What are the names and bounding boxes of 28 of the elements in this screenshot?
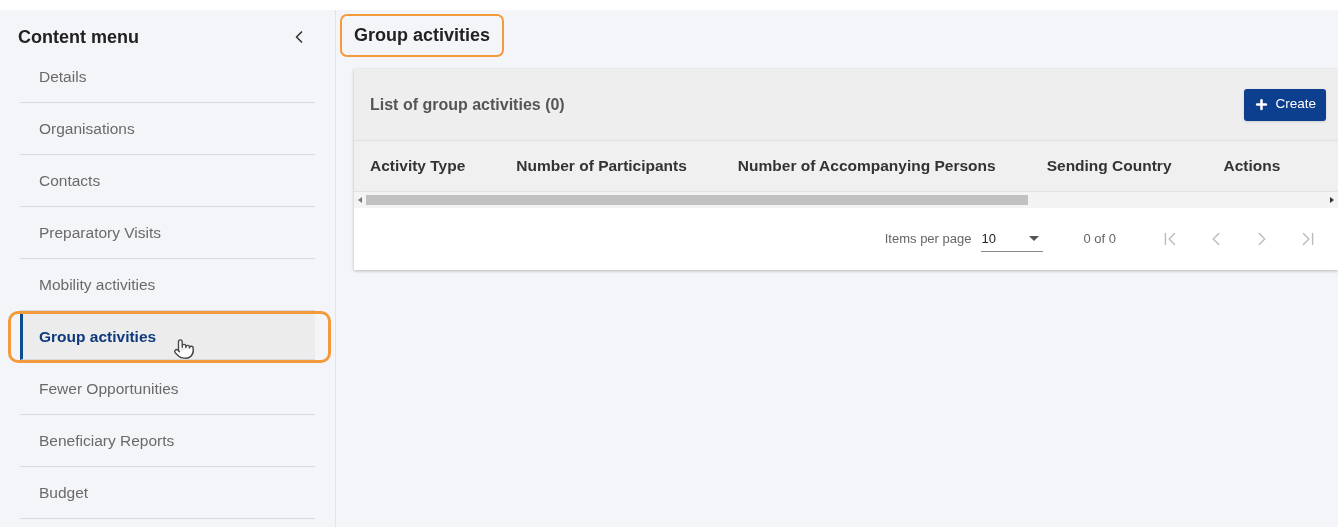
column-header[interactable]: Sending Country (1046, 154, 1172, 178)
page-title: Group activities (340, 14, 505, 57)
hand-cursor-icon (173, 338, 195, 360)
sidebar-item[interactable]: Mobility activities (20, 259, 315, 311)
sidebar-item[interactable]: Group activities (20, 314, 315, 360)
sidebar-item[interactable]: Preparatory Visits (20, 207, 315, 259)
column-header[interactable]: Number of Accompanying Persons (737, 154, 996, 178)
scroll-right-icon[interactable] (1330, 197, 1334, 203)
horizontal-scrollbar[interactable] (354, 192, 1338, 208)
sidebar-item[interactable]: Details (20, 51, 315, 103)
sidebar-title: Content menu (18, 25, 139, 49)
sidebar-item[interactable]: Fewer Opportunities (20, 363, 315, 415)
items-per-page-select[interactable]: 10 (981, 226, 1044, 252)
column-header[interactable]: Activity Type (370, 154, 466, 178)
table-title: List of group activities (0) (370, 94, 565, 115)
scroll-left-icon[interactable] (358, 197, 362, 203)
sidebar-item[interactable]: Contacts (20, 155, 315, 207)
plus-icon (1254, 97, 1270, 112)
scrollbar-thumb[interactable] (366, 195, 1029, 205)
items-per-page-label: Items per page (884, 230, 972, 249)
sidebar-item[interactable]: Organisations (20, 103, 315, 155)
column-header[interactable]: Number of Participants (516, 154, 687, 178)
column-header[interactable]: Actions (1223, 154, 1281, 178)
create-button[interactable]: Create (1244, 88, 1326, 121)
page-range: 0 of 0 (1083, 230, 1116, 249)
sidebar-item[interactable]: Budget (20, 467, 315, 519)
dropdown-caret-icon (1029, 236, 1040, 241)
sidebar-item[interactable]: Beneficiary Reports (20, 415, 315, 467)
